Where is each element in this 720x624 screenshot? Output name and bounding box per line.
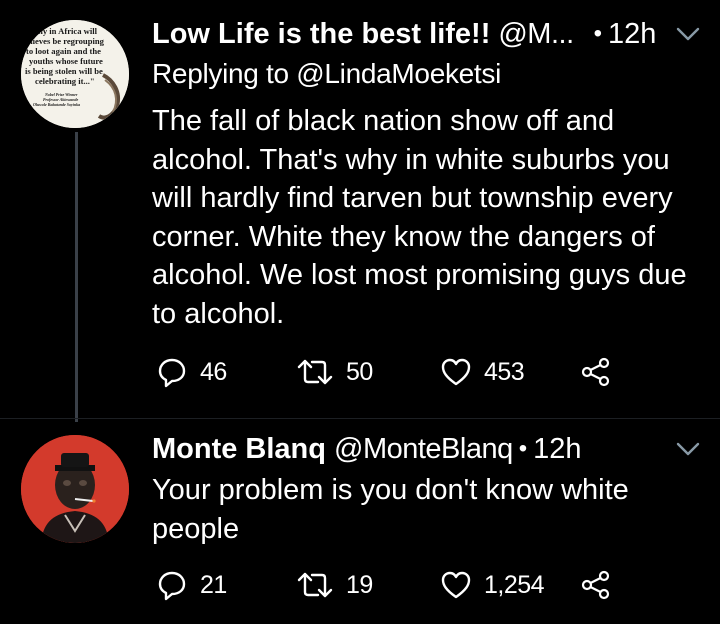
retweet-count: 19 (346, 570, 373, 599)
reply-button[interactable]: 21 (156, 565, 227, 605)
avatar-text-line: youths whose future (29, 56, 103, 66)
thread-line (75, 132, 78, 422)
user-handle[interactable]: @MonteBlanq (334, 433, 513, 466)
tweet-header: Monte Blanq @MonteBlanq • 12h (152, 429, 702, 469)
retweet-button[interactable]: 50 (296, 352, 373, 392)
tweet-actions: 21 19 1,254 (152, 565, 720, 605)
chevron-down-icon[interactable] (674, 435, 702, 463)
reply-count: 21 (200, 570, 227, 599)
tweet[interactable]: Monte Blanq @MonteBlanq • 12h Your probl… (0, 419, 720, 624)
timestamp[interactable]: 12h (608, 18, 656, 51)
tweet-text: Your problem is you don't know white peo… (152, 474, 629, 545)
reply-count: 46 (200, 357, 227, 386)
share-button[interactable] (580, 565, 612, 605)
avatar-text-line: thieves be regrouping (25, 36, 105, 46)
tweet-text: The fall of black nation show off and al… (152, 105, 687, 330)
tweet-header: Low Life is the best life!! @M... • 12h (152, 14, 702, 54)
retweet-count: 50 (346, 357, 373, 386)
retweet-icon (296, 570, 334, 600)
avatar-text-line: to loot again and the (26, 46, 101, 56)
avatar[interactable] (21, 435, 129, 543)
retweet-icon (296, 357, 334, 387)
heart-icon (440, 570, 472, 600)
avatar-text-line: is being stolen will be (25, 66, 103, 76)
avatar-credit-line: Oluwole Babatunde Soyinka (33, 102, 80, 107)
display-name[interactable]: Low Life is the best life!! (152, 18, 490, 51)
like-count: 453 (484, 357, 525, 386)
retweet-button[interactable]: 19 (296, 565, 373, 605)
reply-button[interactable]: 46 (156, 352, 227, 392)
tweet[interactable]: Only in Africa will thieves be regroupin… (0, 0, 720, 422)
replying-to[interactable]: Replying to @LindaMoeketsi (152, 58, 501, 90)
like-button[interactable]: 453 (440, 352, 525, 392)
like-count: 1,254 (484, 570, 545, 599)
reply-icon (156, 569, 188, 601)
reply-icon (156, 356, 188, 388)
avatar[interactable]: Only in Africa will thieves be regroupin… (21, 20, 129, 128)
tweet-actions: 46 50 453 (152, 352, 720, 392)
chevron-down-icon[interactable] (674, 20, 702, 48)
share-button[interactable] (580, 352, 612, 392)
like-button[interactable]: 1,254 (440, 565, 545, 605)
user-handle[interactable]: @M... (498, 18, 574, 51)
separator-dot: • (593, 20, 603, 47)
timestamp[interactable]: 12h (533, 433, 581, 466)
separator-dot: • (518, 435, 528, 462)
display-name[interactable]: Monte Blanq (152, 433, 326, 466)
avatar-text-line: Only in Africa will (29, 26, 98, 36)
share-icon (580, 569, 612, 601)
share-icon (580, 356, 612, 388)
heart-icon (440, 357, 472, 387)
avatar-text-line: celebrating it..." (35, 76, 95, 86)
